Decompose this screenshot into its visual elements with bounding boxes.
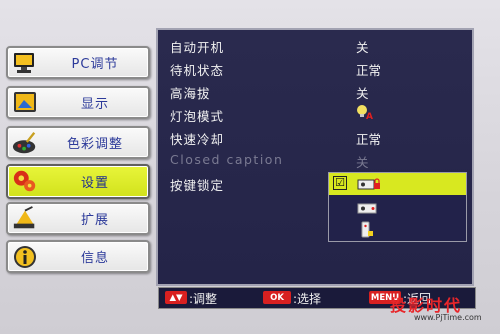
setting-value: 正常 bbox=[356, 63, 382, 78]
setting-label: Closed caption bbox=[170, 152, 284, 167]
ok-key-badge: OK bbox=[263, 291, 291, 304]
sidebar-item-label: 信息 bbox=[80, 251, 109, 266]
setting-value: 关 bbox=[356, 40, 369, 55]
key-lock-dropdown: ☑ bbox=[328, 172, 467, 242]
setting-label: 待机状态 bbox=[170, 63, 225, 78]
setting-value: 关 bbox=[356, 155, 369, 170]
setting-label: 高海拔 bbox=[170, 86, 211, 101]
sidebar-item-info[interactable]: 信息 bbox=[6, 240, 150, 273]
paint-palette-icon bbox=[12, 130, 38, 156]
sidebar-item-pc-adjust[interactable]: PC调节 bbox=[6, 46, 150, 79]
sidebar-item-display[interactable]: 显示 bbox=[6, 86, 150, 119]
sidebar-item-label: 色彩调整 bbox=[66, 137, 123, 152]
remote-control-icon bbox=[360, 221, 374, 243]
setting-row-fast-cooling[interactable]: 快速冷却 正常 bbox=[158, 126, 472, 148]
osd-screen: PC调节 显示 色彩调整 设置 扩展 信息 自动开机 关 待机状态 正常 高海拔… bbox=[0, 0, 500, 334]
setting-label: 灯泡模式 bbox=[170, 109, 225, 124]
setting-row-standby-mode[interactable]: 待机状态 正常 bbox=[158, 57, 472, 79]
adjust-hint: :调整 bbox=[189, 292, 218, 306]
projector-icon bbox=[357, 200, 381, 219]
watermark-url: www.PjTime.com bbox=[414, 313, 482, 322]
setting-row-auto-power-on[interactable]: 自动开机 关 bbox=[158, 34, 472, 56]
sidebar-item-label: 设置 bbox=[80, 176, 109, 191]
projector-lock-icon bbox=[357, 176, 381, 195]
sidebar-item-label: PC调节 bbox=[71, 57, 119, 72]
setting-value: 关 bbox=[356, 86, 369, 101]
setting-row-high-altitude[interactable]: 高海拔 关 bbox=[158, 80, 472, 102]
sidebar-item-label: 显示 bbox=[80, 97, 109, 112]
display-icon bbox=[12, 90, 38, 116]
checkbox-checked-icon: ☑ bbox=[333, 176, 347, 190]
key-lock-option-projector-lock[interactable]: ☑ bbox=[329, 173, 466, 195]
svg-text:A: A bbox=[366, 112, 373, 120]
settings-panel: 自动开机 关 待机状态 正常 高海拔 关 灯泡模式 A 快速冷却 正常 Clos… bbox=[156, 28, 474, 286]
sidebar-item-expand[interactable]: 扩展 bbox=[6, 202, 150, 235]
setting-label: 快速冷却 bbox=[170, 132, 225, 147]
sidebar-item-label: 扩展 bbox=[80, 213, 109, 228]
select-hint: :选择 bbox=[293, 292, 322, 306]
lamp-mode-icon: A bbox=[356, 104, 374, 123]
arrow-keys-badge: ▲▼ bbox=[165, 291, 187, 304]
info-icon bbox=[12, 244, 38, 270]
setting-label: 自动开机 bbox=[170, 40, 225, 55]
setting-row-lamp-mode[interactable]: 灯泡模式 A bbox=[158, 103, 472, 125]
setting-value: 正常 bbox=[356, 132, 382, 147]
expand-pointer-icon bbox=[12, 206, 38, 232]
settings-gears-icon bbox=[12, 168, 38, 194]
setting-row-closed-caption: Closed caption 关 bbox=[158, 149, 472, 171]
setting-label: 按键锁定 bbox=[170, 178, 225, 193]
key-lock-option-projector[interactable] bbox=[329, 196, 466, 218]
pc-monitor-icon bbox=[12, 50, 38, 76]
sidebar-item-settings[interactable]: 设置 bbox=[6, 164, 150, 199]
key-lock-option-remote[interactable] bbox=[329, 219, 466, 241]
sidebar-item-color-adjust[interactable]: 色彩调整 bbox=[6, 126, 150, 159]
